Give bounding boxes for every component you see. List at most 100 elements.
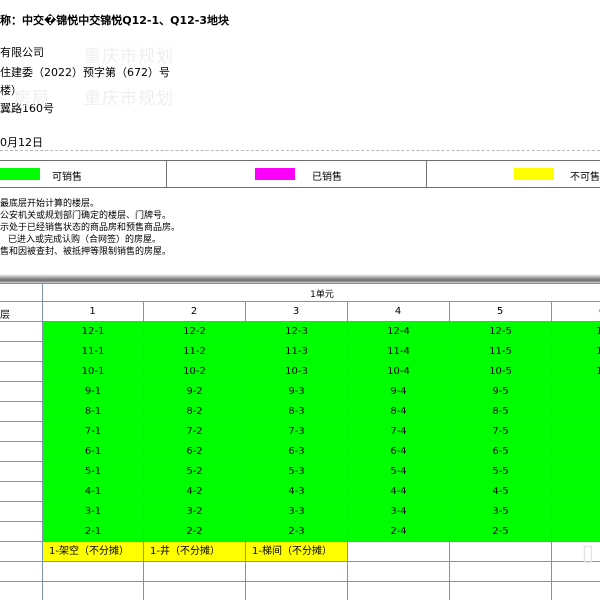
unit-cell: 2-3	[246, 522, 347, 541]
column-header: 2	[190, 306, 198, 317]
unit-cell: 11-5	[450, 342, 551, 361]
grid-line	[245, 301, 246, 600]
unit-cell: 3-1	[43, 502, 143, 521]
available-swatch	[0, 168, 40, 180]
column-header: 3	[292, 306, 300, 317]
unit-cell: 5-1	[43, 462, 143, 481]
unit-cell: 7-5	[450, 422, 551, 441]
column-header: 6	[551, 306, 600, 317]
note-line: 最底层开始计算的楼层。	[0, 199, 100, 209]
unit-cell: 5-2	[144, 462, 245, 481]
developer-name: 有限公司	[0, 46, 44, 59]
unsold-cell: 1-架空（不分摊）	[43, 542, 143, 561]
unit-cell: 2-2	[144, 522, 245, 541]
grid-line	[0, 521, 600, 522]
unit-cell: 9-4	[348, 382, 449, 401]
unit-cell: 10-1	[43, 362, 143, 381]
unit-cell: 9-5	[450, 382, 551, 401]
grid-line	[551, 301, 552, 600]
unit-cell: 6-5	[450, 442, 551, 461]
unit-cell: 11-3	[246, 342, 347, 361]
note-line: 已进入或完成认购（合网签）的房屋。	[8, 235, 162, 245]
grid-line	[0, 561, 600, 562]
grid-line	[0, 341, 600, 342]
unit-cell: 6-4	[348, 442, 449, 461]
unit-cell: 5-4	[348, 462, 449, 481]
unit-cell: 6-1	[43, 442, 143, 461]
unit-cell: 10-5	[450, 362, 551, 381]
unit-cell: 10-3	[246, 362, 347, 381]
legend-item-sold: 已销售	[166, 161, 426, 187]
watermark: 重庆市规划	[84, 89, 174, 109]
project-header: 称：中交�锦悦中交锦悦Q12-1、Q12-3地块 有限公司 住建委（2022）预…	[0, 0, 600, 149]
watermark: 重庆市规划	[84, 47, 174, 67]
unit-cell: 2-1	[43, 522, 143, 541]
unit-cell: 12-3	[246, 322, 347, 341]
unit-cell: 11-1	[43, 342, 143, 361]
divider	[0, 150, 600, 151]
grid-line	[0, 301, 600, 302]
unsold-cell: 1-井（不分摊）	[144, 542, 245, 561]
unit-cell: 6-3	[246, 442, 347, 461]
issue-date: 0月12日	[0, 136, 43, 149]
unit-cell: 4-3	[246, 482, 347, 501]
unit-cell: 11	[552, 342, 600, 361]
unit-cell: 2-5	[450, 522, 551, 541]
grid-line	[0, 541, 600, 542]
unit-cell: 9-2	[144, 382, 245, 401]
grid-line	[0, 441, 600, 442]
unit-cell: 4-4	[348, 482, 449, 501]
grid-line	[0, 401, 600, 402]
unit-cell: 5-5	[450, 462, 551, 481]
unit-cell: 12-1	[43, 322, 143, 341]
legend-label: 不可售	[570, 172, 600, 183]
unit-cell: 12-2	[144, 322, 245, 341]
grid-line	[0, 283, 600, 284]
floor-header: 层	[0, 310, 10, 321]
unit-cell: 7-1	[43, 422, 143, 441]
unit-cell: 10	[552, 362, 600, 381]
column-header: 1	[89, 306, 96, 317]
grid-line	[0, 501, 600, 502]
legend-item-available: 可销售	[0, 161, 166, 187]
sold-swatch	[255, 168, 295, 180]
column-header: 4	[394, 306, 402, 317]
unit-cell: 12	[552, 322, 600, 341]
unit-cell: 6	[552, 442, 600, 461]
note-line: 示处于已经销售状态的商品房和预售商品房。	[0, 223, 181, 233]
grid-line	[449, 301, 450, 600]
unit-cell: 9-1	[43, 382, 143, 401]
grid-line	[347, 301, 348, 600]
unit-cell: 7-2	[144, 422, 245, 441]
unit-cell: 4	[552, 482, 600, 501]
grid-line	[0, 461, 600, 462]
watermark: 房局	[14, 89, 50, 109]
legend-label: 可销售	[52, 172, 82, 183]
grid-line	[0, 421, 600, 422]
window-shadow	[0, 274, 600, 283]
unit-cell: 9-3	[246, 382, 347, 401]
unit-cell: 4-5	[450, 482, 551, 501]
unit-cell: 10-4	[348, 362, 449, 381]
unit-cell: 5-3	[246, 462, 347, 481]
unit-cell: 4-2	[144, 482, 245, 501]
grid-line	[0, 381, 600, 382]
unit-cell: 8-5	[450, 402, 551, 421]
unit-cell: 11-2	[144, 342, 245, 361]
unit-cell: 12-4	[348, 322, 449, 341]
unit-cell: 5	[552, 462, 600, 481]
grid-line	[0, 481, 600, 482]
unit-cell: 7-3	[246, 422, 347, 441]
project-title: 称：中交�锦悦中交锦悦Q12-1、Q12-3地块	[0, 14, 230, 27]
unit-cell: 10-2	[144, 362, 245, 381]
unit-cell: 8-4	[348, 402, 449, 421]
unit-cell: 7	[552, 422, 600, 441]
column-header: 5	[496, 306, 504, 317]
grid-line	[143, 301, 144, 600]
grid-line	[42, 283, 43, 600]
unit-header: 1单元	[310, 290, 334, 300]
unit-table: 1单元 层 12345612-112-212-312-412-51211-111…	[0, 283, 600, 600]
unit-cell: 3-5	[450, 502, 551, 521]
grid-line	[0, 361, 600, 362]
unit-cell: 3-3	[246, 502, 347, 521]
